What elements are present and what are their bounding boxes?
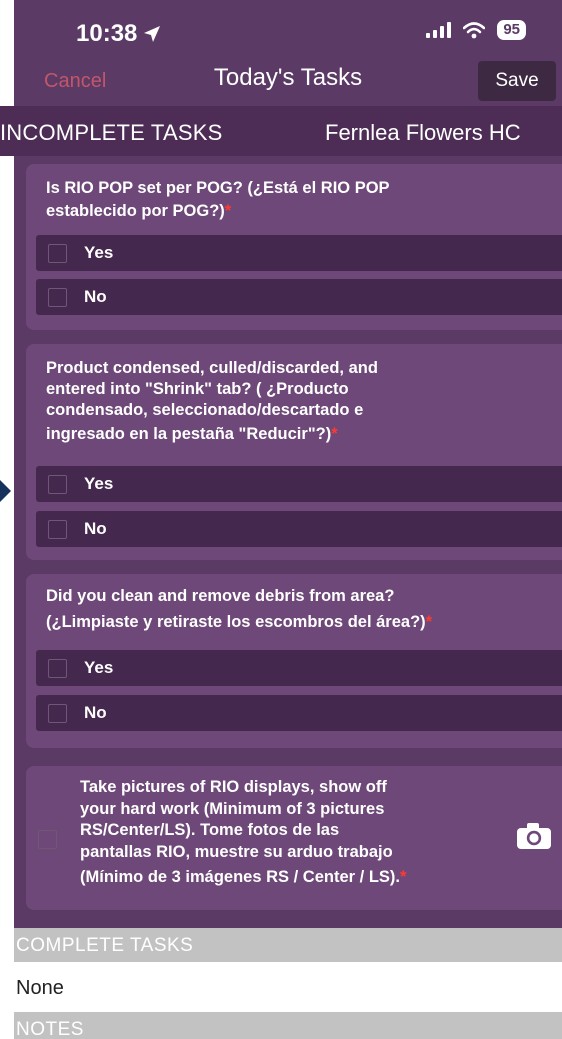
checkbox[interactable] xyxy=(48,520,67,539)
option-label: Yes xyxy=(84,474,114,493)
question-line-text: (¿Limpiaste y retiraste los escombros de… xyxy=(46,613,426,631)
complete-tasks-label: COMPLETE TASKS xyxy=(16,935,194,956)
app-screen: 10:38 95 Cancel Today's Tasks Save INCOM… xyxy=(0,0,562,1039)
option-label: No xyxy=(84,519,107,538)
question-line: Is RIO POP set per POG? (¿Está el RIO PO… xyxy=(46,179,390,197)
required-marker: * xyxy=(399,868,407,886)
task-card-3: Did you clean and remove debris from are… xyxy=(26,574,562,748)
task-question: Product condensed, culled/discarded, and… xyxy=(46,358,378,445)
option-no[interactable]: No xyxy=(36,279,562,315)
question-line-text: establecido por POG?) xyxy=(46,202,225,220)
photo-task-line: (Mínimo de 3 imágenes RS / Center / LS).… xyxy=(80,867,406,889)
complete-tasks-value: None xyxy=(16,977,64,999)
status-time-text: 10:38 xyxy=(76,20,138,47)
status-icons: 95 xyxy=(426,20,526,40)
checkbox[interactable] xyxy=(48,288,67,307)
option-yes[interactable]: Yes xyxy=(36,650,562,686)
option-label: No xyxy=(84,703,107,722)
photo-task-text: Take pictures of RIO displays, show off … xyxy=(80,777,406,889)
photo-task-line-text: (Mínimo de 3 imágenes RS / Center / LS). xyxy=(80,868,400,886)
question-line: condensado, seleccionado/descartado e xyxy=(46,401,364,419)
save-button[interactable]: Save xyxy=(478,61,556,101)
option-label: No xyxy=(84,287,107,306)
photo-task-line: pantallas RIO, muestre su arduo trabajo xyxy=(80,842,393,861)
battery-indicator: 95 xyxy=(497,20,526,40)
option-yes[interactable]: Yes xyxy=(36,235,562,271)
photo-task-card: Take pictures of RIO displays, show off … xyxy=(26,766,562,910)
photo-task-line: your hard work (Minimum of 3 pictures xyxy=(80,799,385,818)
required-marker: * xyxy=(425,613,433,631)
option-yes[interactable]: Yes xyxy=(36,466,562,502)
task-card-1: Is RIO POP set per POG? (¿Está el RIO PO… xyxy=(26,164,562,330)
photo-task-line: Take pictures of RIO displays, show off xyxy=(80,778,387,796)
incomplete-tasks-header: INCOMPLETE TASKS Fernlea Flowers HC xyxy=(0,106,562,156)
store-name: Fernlea Flowers HC xyxy=(325,120,521,145)
question-line: (¿Limpiaste y retiraste los escombros de… xyxy=(46,611,432,634)
question-line: establecido por POG?)* xyxy=(46,200,390,223)
question-line: entered into "Shrink" tab? ( ¿Producto xyxy=(46,380,349,398)
camera-icon[interactable] xyxy=(516,822,552,850)
option-no[interactable]: No xyxy=(36,511,562,547)
required-marker: * xyxy=(331,425,338,443)
checkbox[interactable] xyxy=(48,704,67,723)
checkbox[interactable] xyxy=(48,475,67,494)
complete-tasks-list: None xyxy=(14,962,562,1012)
location-arrow-icon xyxy=(144,26,161,42)
question-line: Did you clean and remove debris from are… xyxy=(46,587,395,605)
left-pointer-icon xyxy=(0,480,11,502)
task-list[interactable]: Is RIO POP set per POG? (¿Está el RIO PO… xyxy=(14,156,562,928)
question-line: ingresado en la pestaña "Reducir"?)* xyxy=(46,424,378,445)
option-no[interactable]: No xyxy=(36,695,562,731)
question-line: Product condensed, culled/discarded, and xyxy=(46,359,378,377)
top-bar: 10:38 95 Cancel Today's Tasks Save xyxy=(14,0,562,106)
option-label: Yes xyxy=(84,658,114,677)
complete-tasks-header: COMPLETE TASKS xyxy=(14,928,562,962)
checkbox[interactable] xyxy=(48,244,67,263)
checkbox[interactable] xyxy=(48,659,67,678)
question-line-text: ingresado en la pestaña "Reducir"?) xyxy=(46,425,332,443)
task-question: Did you clean and remove debris from are… xyxy=(46,585,432,634)
wifi-icon xyxy=(463,21,486,38)
notes-header: NOTES xyxy=(14,1012,562,1039)
task-card-2: Product condensed, culled/discarded, and… xyxy=(26,344,562,560)
photo-task-line: RS/Center/LS). Tome fotos de las xyxy=(80,821,340,839)
notes-label: NOTES xyxy=(16,1019,84,1039)
task-question: Is RIO POP set per POG? (¿Está el RIO PO… xyxy=(46,177,390,223)
status-time: 10:38 xyxy=(76,20,161,48)
option-label: Yes xyxy=(84,243,114,262)
required-marker: * xyxy=(224,202,232,220)
photo-task-checkbox[interactable] xyxy=(38,830,57,849)
cellular-signal-icon xyxy=(426,22,452,38)
incomplete-tasks-label: INCOMPLETE TASKS xyxy=(0,120,223,145)
